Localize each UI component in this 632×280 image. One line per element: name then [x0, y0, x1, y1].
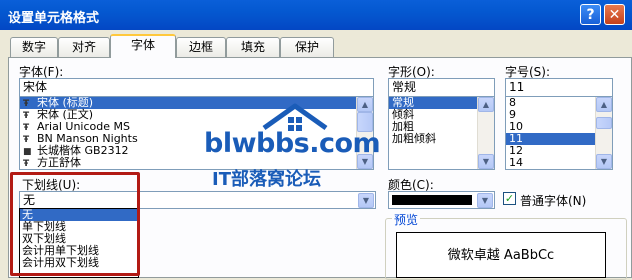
window-title: 设置单元格格式: [8, 11, 100, 26]
scroll-up-icon[interactable]: ▲: [596, 97, 612, 112]
preview-label: 预览: [392, 211, 421, 228]
watermark-brand: blwbbs.com: [204, 128, 381, 159]
color-swatch: [392, 195, 472, 205]
watermark-logo: blwbbs.com IT部落窝论坛: [204, 103, 384, 190]
preview-text: 微软卓越 AaBbCc: [447, 248, 555, 263]
close-button[interactable]: ✕: [604, 4, 625, 25]
scroll-thumb[interactable]: [596, 117, 612, 129]
scroll-up-icon[interactable]: ▲: [478, 97, 494, 112]
tab-font[interactable]: 字体: [110, 34, 176, 58]
normal-font-checkbox[interactable]: ✓: [503, 192, 516, 205]
title-bar: 设置单元格格式 ? ✕: [0, 0, 632, 30]
help-button[interactable]: ?: [580, 4, 601, 25]
close-icon: ✕: [608, 7, 621, 23]
style-input[interactable]: 常规: [388, 78, 495, 97]
preview-box: 微软卓越 AaBbCc: [396, 232, 606, 278]
style-list[interactable]: 常规 倾斜 加粗 加粗倾斜 ▲ ▼: [388, 96, 495, 170]
size-input[interactable]: 11: [505, 78, 613, 97]
tab-fill[interactable]: 填充: [226, 37, 280, 57]
normal-font-label[interactable]: 普通字体(N): [520, 192, 586, 209]
tab-border[interactable]: 边框: [176, 37, 226, 57]
style-list-scrollbar[interactable]: ▲ ▼: [477, 97, 494, 169]
font-input[interactable]: 宋体: [19, 78, 374, 97]
color-picker[interactable]: ▼: [388, 191, 495, 209]
tab-alignment[interactable]: 对齐: [58, 37, 110, 57]
size-list[interactable]: 8 9 10 11 12 14 ▲ ▼: [505, 96, 613, 170]
chevron-down-icon[interactable]: ▼: [477, 193, 493, 208]
scroll-down-icon[interactable]: ▼: [478, 154, 494, 169]
highlight-box: [10, 172, 140, 276]
tab-number[interactable]: 数字: [10, 37, 58, 57]
watermark-subtitle: IT部落窝论坛: [212, 169, 321, 190]
tab-protection[interactable]: 保护: [280, 37, 334, 57]
scroll-down-icon[interactable]: ▼: [596, 154, 612, 169]
help-icon: ?: [586, 7, 595, 23]
size-list-scrollbar[interactable]: ▲ ▼: [595, 97, 612, 169]
checkmark-icon: ✓: [504, 192, 515, 205]
chevron-down-icon[interactable]: ▼: [358, 193, 374, 208]
truetype-icon: Ŧ: [23, 159, 30, 169]
